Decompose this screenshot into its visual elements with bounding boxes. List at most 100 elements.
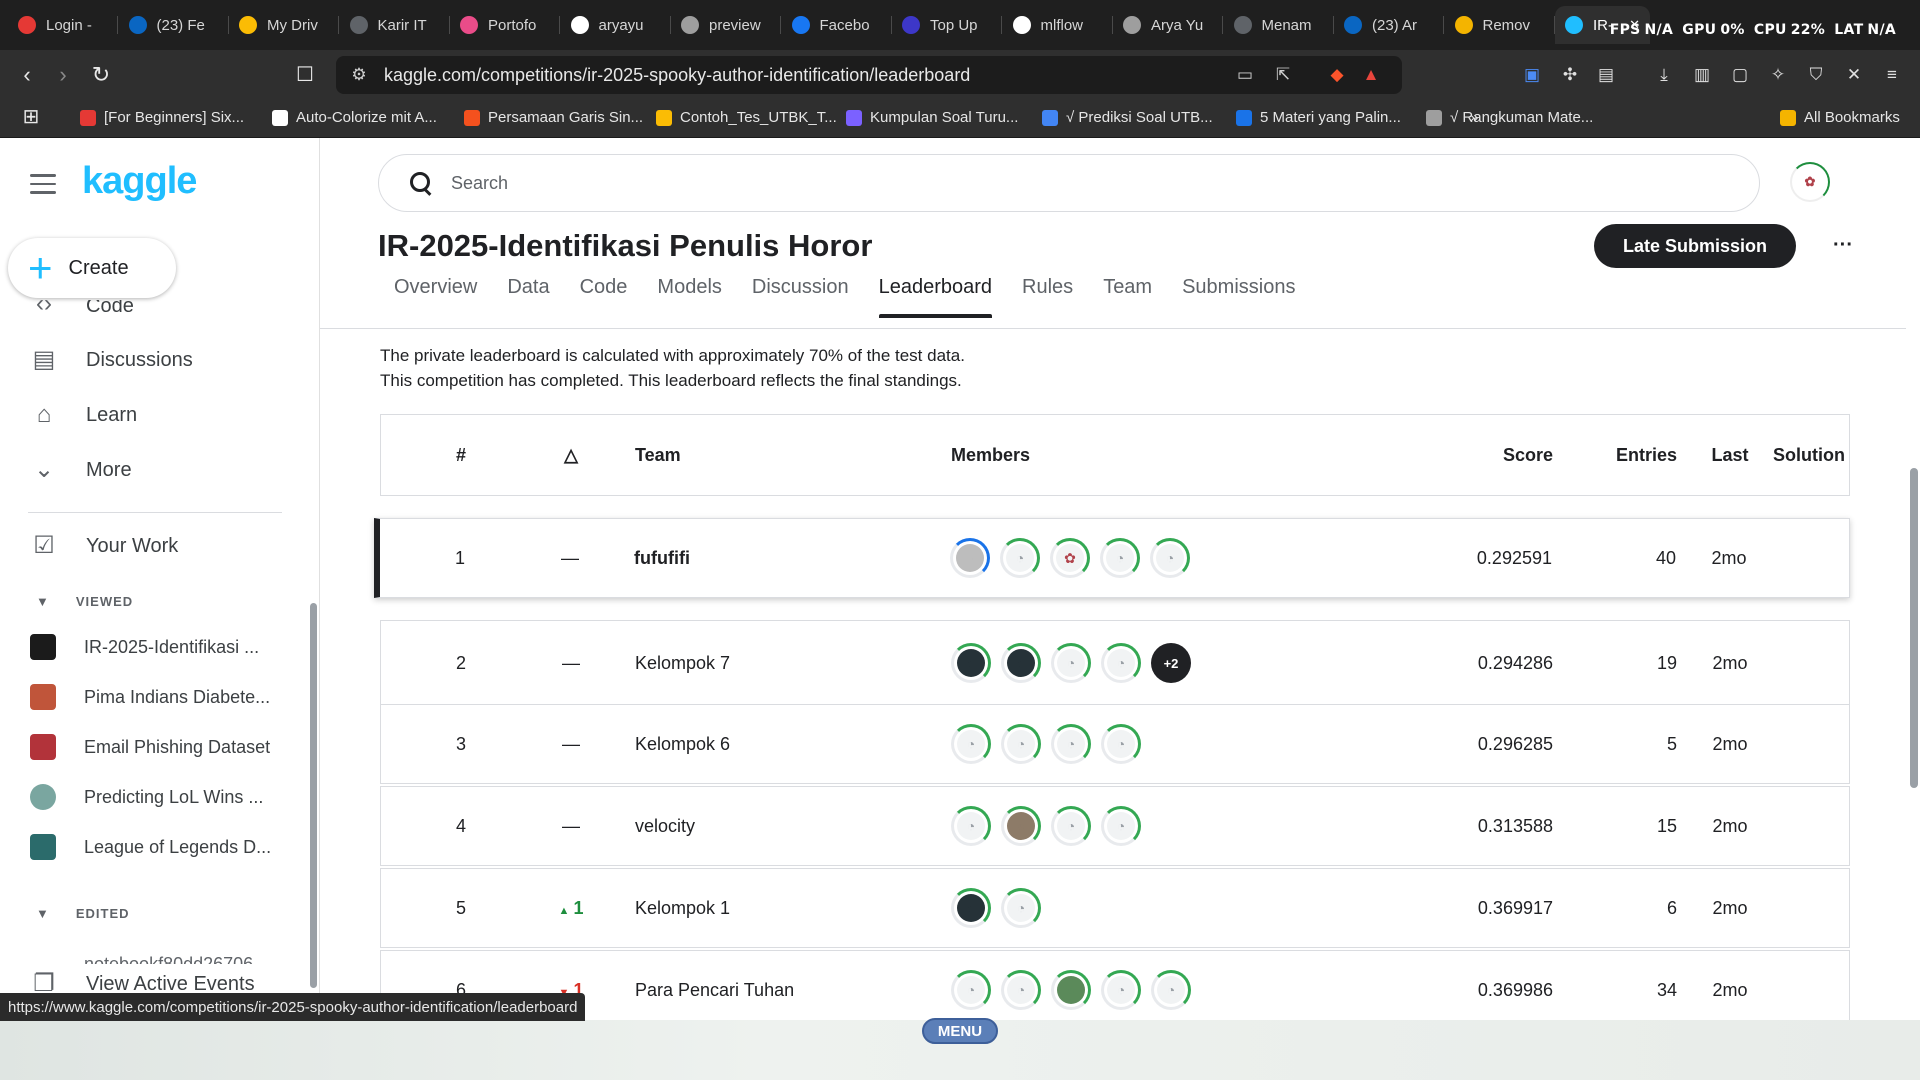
member-avatar[interactable]: ◔ [1000, 538, 1040, 578]
member-avatar[interactable]: ◔ [951, 643, 991, 683]
table-row[interactable]: 5 ▲ 1 Kelompok 1 ◔ ◔ 0.369917 6 2mo [380, 868, 1850, 948]
browser-tab[interactable]: aryayu [561, 6, 671, 44]
member-avatar[interactable]: ◔ [1051, 806, 1091, 846]
member-avatar[interactable]: ◔ [1051, 643, 1091, 683]
tab-leaderboard[interactable]: Leaderboard [878, 274, 993, 318]
bookmark-item[interactable]: Persamaan Garis Sin... [464, 109, 643, 126]
tab-models[interactable]: Models [657, 274, 721, 318]
search-input[interactable] [451, 172, 1651, 194]
column-header-team[interactable]: Team [635, 415, 935, 495]
late-submission-button[interactable]: Late Submission [1594, 224, 1796, 268]
bookmark-item[interactable]: [For Beginners] Six... [80, 109, 244, 126]
member-avatar[interactable]: ◔ [950, 538, 990, 578]
taskbar-menu-button[interactable]: MENU [922, 1018, 998, 1044]
viewed-item[interactable]: League of Legends D... [30, 834, 271, 860]
bookmark-item[interactable]: 5 Materi yang Palin... [1236, 109, 1401, 126]
table-row[interactable]: 2 — Kelompok 7 ◔ ◔ ◔ ◔ +2 0.294286 19 2mo [380, 620, 1850, 706]
column-header-last[interactable]: Last [1697, 415, 1763, 495]
member-avatar[interactable]: ◔ [1051, 970, 1091, 1010]
more-members-badge[interactable]: +2 [1151, 643, 1191, 683]
tab-data[interactable]: Data [507, 274, 549, 318]
member-avatar[interactable]: ◔ [1101, 970, 1141, 1010]
bookmark-item[interactable]: √ Rangkuman Mate... [1426, 109, 1593, 126]
sidebar-item-discussions[interactable]: ▤ Discussions [30, 346, 193, 374]
viewed-item[interactable]: Email Phishing Dataset [30, 734, 270, 760]
sidebar-item-your-work[interactable]: ☑ Your Work [30, 532, 178, 560]
member-avatar[interactable]: ◔ [1001, 724, 1041, 764]
member-avatar[interactable]: ◔ [951, 888, 991, 928]
member-avatar[interactable]: ◔ [1001, 888, 1041, 928]
member-avatar[interactable]: ◔ [1101, 724, 1141, 764]
apps-grid-icon[interactable]: ⊞ [18, 104, 44, 130]
brave-shield-icon[interactable]: ◆ [1326, 64, 1348, 86]
browser-tab[interactable]: preview [671, 6, 781, 44]
browser-tab[interactable]: Portofo [450, 6, 560, 44]
bookmark-item[interactable]: Kumpulan Soal Turu... [846, 109, 1018, 126]
edited-section-header[interactable]: ▼ EDITED [36, 906, 130, 921]
sidebar-item-learn[interactable]: ⌂ Learn [30, 401, 137, 429]
browser-tab[interactable]: My Driv [229, 6, 339, 44]
tab-submissions[interactable]: Submissions [1182, 274, 1295, 318]
bookmark-item[interactable]: √ Prediksi Soal UTB... [1042, 109, 1213, 126]
hamburger-menu-icon[interactable] [30, 174, 56, 194]
member-avatar[interactable]: ◔ [1101, 806, 1141, 846]
browser-tab[interactable]: Arya Yu [1113, 6, 1223, 44]
browser-tab[interactable]: Remov [1445, 6, 1555, 44]
brave-rewards-icon[interactable]: ▲ [1360, 64, 1382, 86]
member-avatar[interactable]: ◔ [1101, 643, 1141, 683]
url-text[interactable]: kaggle.com/competitions/ir-2025-spooky-a… [384, 65, 970, 86]
search-bar[interactable] [378, 154, 1760, 212]
member-avatar[interactable]: ◔ [951, 806, 991, 846]
team-name[interactable]: velocity [635, 787, 935, 865]
tools-icon[interactable]: ✕ [1842, 63, 1866, 87]
viewed-item[interactable]: Predicting LoL Wins ... [30, 784, 263, 810]
sidebar-item-code[interactable]: ‹› Code [30, 300, 134, 318]
tab-rules[interactable]: Rules [1022, 274, 1073, 318]
browser-tab[interactable]: (23) Ar [1334, 6, 1444, 44]
menu-icon[interactable]: ≡ [1880, 63, 1904, 87]
browser-tab[interactable]: Login - [8, 6, 118, 44]
member-avatar[interactable]: ◔ [1001, 806, 1041, 846]
team-name[interactable]: Para Pencari Tuhan [635, 951, 935, 1020]
browser-tab[interactable]: Karir IT [340, 6, 450, 44]
bookmark-item[interactable]: Auto-Colorize mit A... [272, 109, 437, 126]
avatar[interactable]: ✿ [1790, 162, 1830, 202]
table-row[interactable]: 6▼1Para Pencari Tuhan◔◔◔◔◔0.369986342mo [380, 950, 1850, 1020]
member-avatar[interactable]: ◔ [951, 970, 991, 1010]
cast-icon[interactable]: ▭ [1234, 64, 1256, 86]
member-avatar[interactable]: ◔ [1151, 970, 1191, 1010]
browser-tab[interactable]: (23) Fe [119, 6, 229, 44]
sidebar-scrollbar[interactable] [310, 603, 317, 988]
table-row[interactable]: 1 — fufufifi ◔ ◔ ✿ ◔ ◔ 0.292591 40 2mo [374, 518, 1850, 598]
member-avatar[interactable]: ✿ [1050, 538, 1090, 578]
tab-code[interactable]: Code [580, 274, 628, 318]
tab-team[interactable]: Team [1103, 274, 1152, 318]
table-row[interactable]: 3 — Kelompok 6 ◔ ◔ ◔ ◔ 0.296285 5 2mo [380, 704, 1850, 784]
member-avatar[interactable]: ◔ [1100, 538, 1140, 578]
download-icon[interactable]: ⤓ [1652, 63, 1676, 87]
browser-tab[interactable]: Facebo [782, 6, 892, 44]
sidebar-item-more[interactable]: ⌄ More [30, 456, 132, 484]
extensions-icon[interactable]: ✣ [1558, 63, 1582, 87]
tab-discussion[interactable]: Discussion [752, 274, 849, 318]
tab-overview[interactable]: Overview [394, 274, 477, 318]
browser-tab[interactable]: mlflow [1003, 6, 1113, 44]
share-icon[interactable]: ⇱ [1272, 64, 1294, 86]
viewed-section-header[interactable]: ▼ VIEWED [36, 594, 133, 609]
create-button[interactable]: + Create [8, 238, 176, 298]
team-name[interactable]: Kelompok 1 [635, 869, 935, 947]
browser-tab[interactable]: Top Up [892, 6, 1002, 44]
reader-icon[interactable]: ▤ [1594, 63, 1618, 87]
kaggle-logo[interactable]: kaggle [82, 160, 197, 203]
member-avatar[interactable]: ◔ [951, 724, 991, 764]
back-icon[interactable]: ‹ [14, 62, 40, 88]
address-bar[interactable]: ⚙ kaggle.com/competitions/ir-2025-spooky… [336, 56, 1402, 94]
wallet-icon[interactable]: ▢ [1728, 63, 1752, 87]
viewed-item[interactable]: Pima Indians Diabete... [30, 684, 270, 710]
column-header-delta[interactable]: △ [541, 415, 601, 495]
bookmark-item[interactable]: Contoh_Tes_UTBK_T... [656, 109, 837, 126]
table-row[interactable]: 4 — velocity ◔ ◔ ◔ ◔ 0.313588 15 2mo [380, 786, 1850, 866]
column-header-entries[interactable]: Entries [1591, 415, 1677, 495]
member-avatar[interactable]: ◔ [1001, 643, 1041, 683]
main-scrollbar[interactable] [1910, 468, 1918, 788]
